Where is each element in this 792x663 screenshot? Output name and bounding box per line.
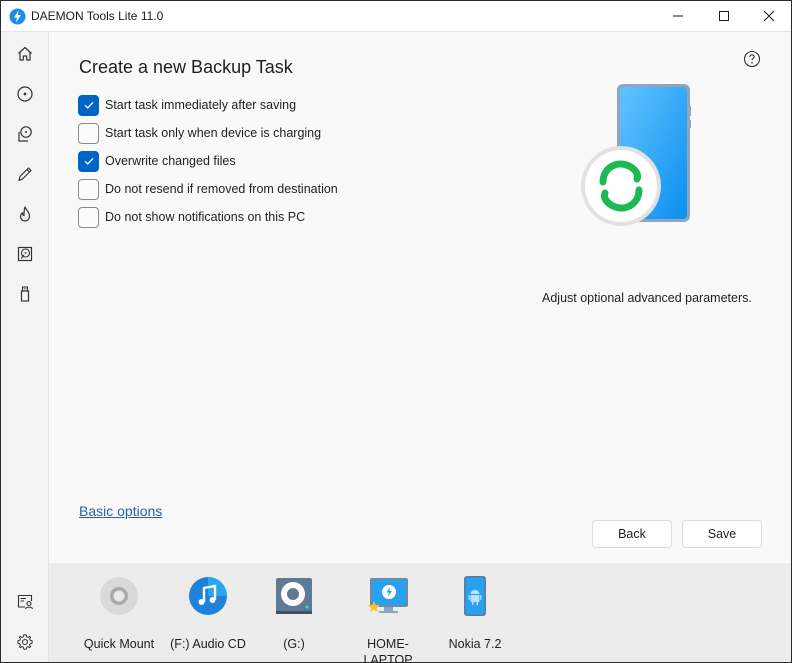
options-list: Start task immediately after saving Star…	[78, 91, 338, 231]
sidebar-item-editor[interactable]	[15, 164, 35, 184]
main-panel: Create a new Backup Task Start task imme…	[49, 32, 791, 563]
usb-icon	[20, 286, 30, 302]
device-label: HOME-LAPTOP	[363, 637, 413, 663]
home-icon	[18, 46, 32, 61]
save-button[interactable]: Save	[682, 520, 762, 548]
disc-icon	[17, 86, 33, 102]
audio-cd-icon	[189, 577, 227, 615]
device-g-drive[interactable]: (G:)	[254, 575, 334, 652]
option-label: Do not resend if removed from destinatio…	[105, 182, 338, 196]
checkbox-no-notifications[interactable]	[78, 206, 99, 228]
device-label: (F:) Audio CD	[170, 637, 246, 651]
close-icon	[763, 10, 775, 22]
maximize-button[interactable]	[701, 1, 747, 31]
back-button[interactable]: Back	[592, 520, 672, 548]
daemon-bolt-icon	[9, 8, 26, 25]
option-label: Start task immediately after saving	[105, 98, 297, 112]
option-label: Start task only when device is charging	[105, 126, 322, 140]
sidebar-item-burn[interactable]	[15, 204, 35, 224]
option-label: Do not show notifications on this PC	[105, 210, 306, 224]
checkmark-icon	[84, 157, 93, 165]
hdd-icon	[17, 246, 33, 262]
gear-icon	[17, 634, 33, 650]
checkmark-icon	[84, 101, 93, 109]
virtual-drive-icon	[276, 578, 312, 614]
phone-backup-illustration	[581, 84, 691, 226]
device-quick-mount[interactable]: Quick Mount	[79, 575, 159, 652]
option-overwrite-changed[interactable]: Overwrite changed files	[78, 147, 338, 175]
virtual-drive-icon	[18, 126, 32, 142]
hint-text: Adjust optional advanced parameters.	[542, 291, 752, 305]
app-window: DAEMON Tools Lite 11.0 Create a new Back…	[0, 0, 792, 663]
sidebar-item-virtual-drives[interactable]	[15, 124, 35, 144]
option-label: Overwrite changed files	[105, 154, 236, 168]
sidebar-item-images[interactable]	[15, 84, 35, 104]
sidebar-item-hard-disk[interactable]	[15, 244, 35, 264]
option-only-charging[interactable]: Start task only when device is charging	[78, 119, 338, 147]
device-label: Nokia 7.2	[448, 637, 502, 651]
android-phone-icon	[464, 576, 486, 616]
sidebar-item-settings[interactable]	[15, 632, 35, 652]
sidebar	[1, 32, 49, 662]
flame-icon	[19, 206, 31, 222]
device-tray: Quick Mount (F:) Audio CD (G:) HOME-LAPT…	[49, 563, 791, 663]
device-audio-cd[interactable]: (F:) Audio CD	[168, 575, 248, 652]
checkbox-only-charging[interactable]	[78, 122, 99, 144]
sidebar-item-usb[interactable]	[15, 284, 35, 304]
option-no-notifications[interactable]: Do not show notifications on this PC	[78, 203, 338, 231]
device-label: Quick Mount	[83, 637, 155, 651]
minimize-icon	[673, 15, 683, 17]
license-icon	[17, 594, 34, 610]
help-icon[interactable]	[743, 50, 761, 68]
option-no-resend[interactable]: Do not resend if removed from destinatio…	[78, 175, 338, 203]
option-start-immediately[interactable]: Start task immediately after saving	[78, 91, 338, 119]
page-title: Create a new Backup Task	[79, 57, 293, 77]
sidebar-item-license[interactable]	[15, 592, 35, 612]
basic-options-link[interactable]: Basic options	[79, 503, 162, 519]
checkbox-start-immediately[interactable]	[78, 94, 99, 116]
computer-icon	[368, 578, 408, 613]
quick-mount-icon	[100, 577, 138, 615]
maximize-icon	[719, 11, 729, 21]
minimize-button[interactable]	[655, 1, 701, 31]
pencil-icon	[18, 167, 32, 182]
device-nokia[interactable]: Nokia 7.2	[435, 575, 515, 652]
window-title: DAEMON Tools Lite 11.0	[31, 9, 164, 23]
close-button[interactable]	[746, 1, 792, 31]
checkbox-no-resend[interactable]	[78, 178, 99, 200]
sidebar-item-home[interactable]	[15, 44, 35, 64]
checkbox-overwrite-changed[interactable]	[78, 150, 99, 172]
title-bar: DAEMON Tools Lite 11.0	[1, 1, 791, 32]
device-label: (G:)	[283, 637, 305, 651]
device-home-laptop[interactable]: HOME-LAPTOP	[348, 575, 428, 663]
